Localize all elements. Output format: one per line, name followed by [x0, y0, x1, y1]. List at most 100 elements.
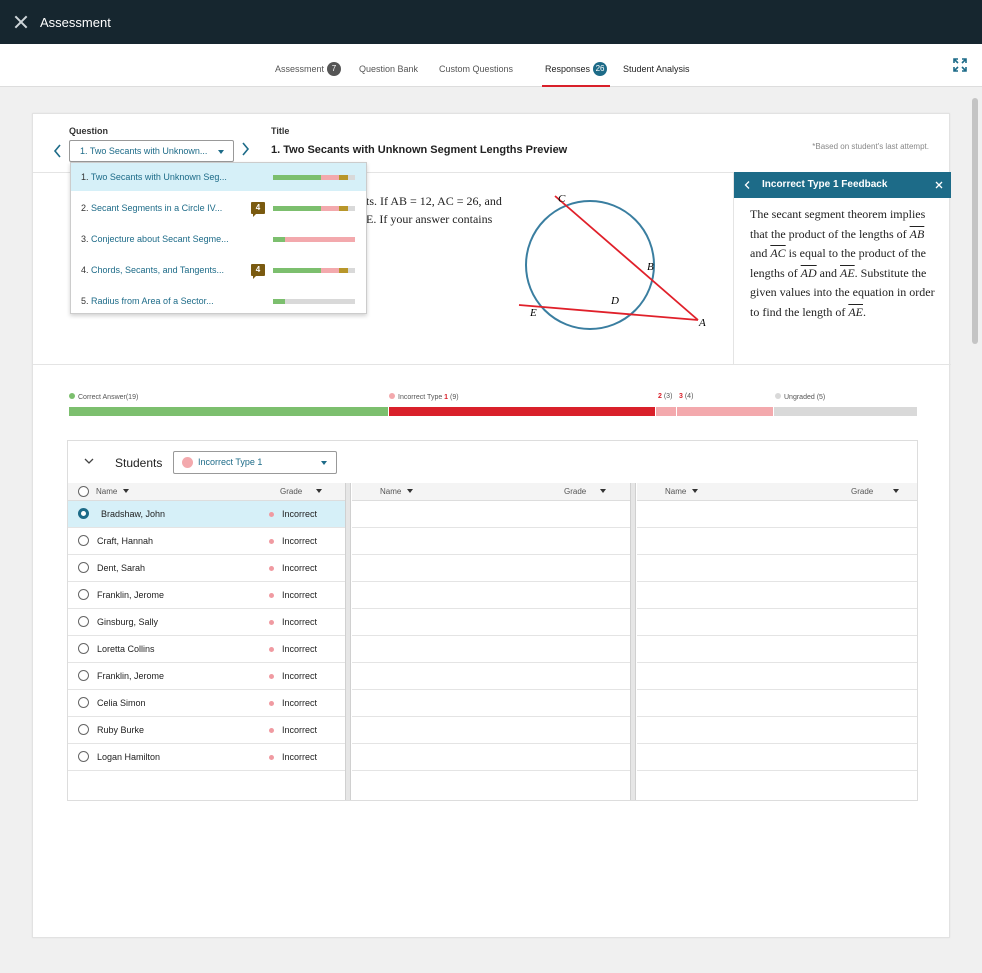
grade-sort-header[interactable]: Grade: [564, 487, 607, 496]
students-header: Students Incorrect Type 1: [68, 441, 917, 483]
row-radio[interactable]: [78, 670, 89, 681]
legend-incorrect-3: 3 (4): [679, 393, 694, 400]
row-radio[interactable]: [78, 643, 89, 654]
table-row-empty: [637, 717, 917, 744]
active-tab-underline: [542, 85, 611, 87]
table-row-empty: [352, 501, 630, 528]
incorrect-dot-icon: [182, 457, 193, 468]
feedback-header: Incorrect Type 1 Feedback: [734, 172, 951, 198]
tab-assessment[interactable]: Assessment 7: [275, 44, 342, 87]
close-icon[interactable]: [13, 14, 29, 30]
table-row-empty: [637, 501, 917, 528]
label-b: B: [647, 261, 654, 273]
table-row[interactable]: Ginsburg, Sally Incorrect: [68, 609, 345, 636]
feedback-text: The secant segment theorem implies that …: [750, 207, 935, 319]
top-bar: Assessment: [0, 0, 982, 44]
comment-badge-icon: 4: [251, 202, 265, 217]
students-column-3: Name Grade: [637, 483, 917, 800]
response-distribution-bar: [69, 407, 918, 416]
row-radio[interactable]: [78, 751, 89, 762]
table-row-empty: [352, 663, 630, 690]
dropdown-item[interactable]: 2. Secant Segments in a Circle IV... 4: [71, 194, 366, 222]
legend-incorrect-2: 2 (3): [658, 393, 673, 400]
row-radio[interactable]: [78, 724, 89, 735]
table-row-empty: [637, 555, 917, 582]
column-separator[interactable]: [345, 483, 351, 800]
dropdown-item[interactable]: 3. Conjecture about Secant Segme...: [71, 225, 366, 253]
column-separator[interactable]: [630, 483, 636, 800]
segment-incorrect-1[interactable]: [389, 407, 655, 416]
table-row-empty: [352, 555, 630, 582]
question-select[interactable]: 1. Two Secants with Unknown...: [69, 140, 234, 162]
chevron-left-icon[interactable]: [744, 181, 751, 189]
tab-responses[interactable]: Responses 26: [542, 44, 611, 87]
dropdown-item[interactable]: 5. Radius from Area of a Sector...: [71, 287, 366, 315]
question-preview-text: ts. If AB = 12, AC = 26, and E. If your …: [366, 194, 502, 226]
name-sort-header[interactable]: Name: [665, 487, 699, 496]
column-header: Name Grade: [637, 483, 917, 501]
chevron-left-icon[interactable]: [53, 144, 63, 158]
row-radio[interactable]: [78, 535, 89, 546]
table-row[interactable]: Dent, Sarah Incorrect: [68, 555, 345, 582]
label-a: A: [698, 317, 706, 329]
table-row-empty: [637, 528, 917, 555]
scrollbar-thumb[interactable]: [972, 98, 978, 344]
students-column-2: Name Grade: [352, 483, 630, 800]
comment-badge-icon: 4: [251, 264, 265, 279]
table-row[interactable]: Craft, Hannah Incorrect: [68, 528, 345, 555]
segment-incorrect-2[interactable]: [656, 407, 676, 416]
tab-question-bank[interactable]: Question Bank: [359, 44, 418, 87]
responses-count-badge: 26: [593, 62, 608, 76]
dropdown-item[interactable]: 4. Chords, Secants, and Tangents... 4: [71, 256, 366, 284]
segment-ungraded[interactable]: [774, 407, 917, 416]
table-row[interactable]: Franklin, Jerome Incorrect: [68, 663, 345, 690]
table-row[interactable]: Celia Simon Incorrect: [68, 690, 345, 717]
table-row[interactable]: Logan Hamilton Incorrect: [68, 744, 345, 771]
name-sort-header[interactable]: Name: [96, 487, 130, 496]
segment-incorrect-3[interactable]: [677, 407, 773, 416]
table-row-empty: [352, 528, 630, 555]
table-row[interactable]: Bradshaw, John Incorrect: [68, 501, 345, 528]
caret-down-icon: [321, 461, 327, 465]
legend-ungraded: Ungraded (5): [775, 393, 825, 401]
select-all-radio[interactable]: [78, 486, 89, 497]
table-row-empty: [352, 690, 630, 717]
expand-icon[interactable]: [953, 58, 967, 72]
close-icon[interactable]: [935, 181, 943, 189]
assessment-count-badge: 7: [327, 62, 342, 76]
section-divider: [33, 364, 951, 365]
table-row-empty: [637, 663, 917, 690]
title-label: Title: [271, 126, 290, 136]
grade-sort-header[interactable]: Grade: [851, 487, 900, 496]
dropdown-item[interactable]: 1. Two Secants with Unknown Seg...: [71, 163, 366, 191]
row-radio[interactable]: [78, 562, 89, 573]
table-row-empty: [352, 744, 630, 771]
app-title: Assessment: [40, 14, 111, 30]
feedback-panel: Incorrect Type 1 Feedback The secant seg…: [733, 172, 951, 364]
label-e: E: [529, 307, 537, 319]
row-radio[interactable]: [78, 508, 89, 519]
table-row-empty: [637, 636, 917, 663]
table-row[interactable]: Franklin, Jerome Incorrect: [68, 582, 345, 609]
table-row[interactable]: Ruby Burke Incorrect: [68, 717, 345, 744]
score-bar: [273, 299, 355, 304]
students-filter-select[interactable]: Incorrect Type 1: [173, 451, 337, 474]
tab-student-analysis[interactable]: Student Analysis: [623, 44, 690, 87]
question-label: Question: [69, 126, 109, 136]
tab-custom-questions[interactable]: Custom Questions: [439, 44, 513, 87]
grade-sort-header[interactable]: Grade: [280, 487, 323, 496]
row-radio[interactable]: [78, 697, 89, 708]
label-c: C: [558, 193, 566, 205]
table-row-empty: [637, 582, 917, 609]
feedback-title: Incorrect Type 1 Feedback: [762, 179, 888, 190]
table-row[interactable]: Loretta Collins Incorrect: [68, 636, 345, 663]
chevron-down-icon[interactable]: [84, 458, 94, 465]
row-radio[interactable]: [78, 589, 89, 600]
students-panel: Students Incorrect Type 1 Name Grade Bra…: [67, 440, 918, 801]
chevron-right-icon[interactable]: [240, 142, 250, 156]
segment-correct[interactable]: [69, 407, 388, 416]
tab-bar: Assessment 7 Question Bank Custom Questio…: [0, 44, 982, 87]
name-sort-header[interactable]: Name: [380, 487, 414, 496]
table-row-empty: [352, 636, 630, 663]
row-radio[interactable]: [78, 616, 89, 627]
